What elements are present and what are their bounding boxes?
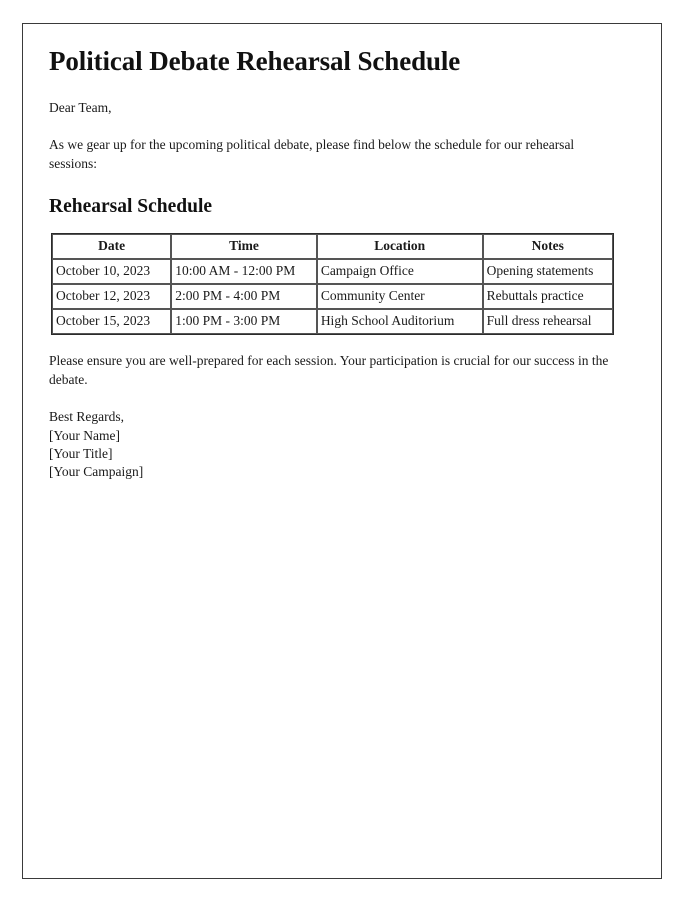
- cell-notes: Opening statements: [482, 259, 613, 285]
- cell-time: 1:00 PM - 3:00 PM: [171, 309, 317, 335]
- signature-block: Best Regards, [Your Name] [Your Title] […: [49, 408, 639, 481]
- cell-location: Community Center: [316, 284, 483, 310]
- table-row: October 12, 2023 2:00 PM - 4:00 PM Commu…: [52, 284, 613, 310]
- document-body: Political Debate Rehearsal Schedule Dear…: [49, 46, 639, 482]
- cell-time: 10:00 AM - 12:00 PM: [171, 259, 317, 285]
- table-header-row: Date Time Location Notes: [52, 234, 613, 260]
- page-title: Political Debate Rehearsal Schedule: [49, 46, 461, 76]
- signature-name: [Your Name]: [49, 427, 120, 443]
- table-body: October 10, 2023 10:00 AM - 12:00 PM Cam…: [52, 259, 613, 335]
- closing-paragraph: Please ensure you are well-prepared for …: [49, 353, 609, 387]
- signature-title: [Your Title]: [49, 446, 113, 462]
- cell-date: October 10, 2023: [52, 259, 172, 285]
- signature-closing: Best Regards,: [49, 409, 124, 425]
- table-row: October 15, 2023 1:00 PM - 3:00 PM High …: [52, 309, 613, 335]
- column-header-location: Location: [316, 234, 483, 260]
- column-header-date: Date: [52, 234, 172, 260]
- document-page-frame: Political Debate Rehearsal Schedule Dear…: [22, 23, 662, 879]
- cell-location: Campaign Office: [316, 259, 483, 285]
- cell-date: October 15, 2023: [52, 309, 172, 335]
- cell-time: 2:00 PM - 4:00 PM: [171, 284, 317, 310]
- table-header: Date Time Location Notes: [52, 234, 613, 260]
- column-header-notes: Notes: [482, 234, 613, 260]
- cell-notes: Rebuttals practice: [482, 284, 613, 310]
- section-heading-rehearsal-schedule: Rehearsal Schedule: [49, 195, 213, 217]
- schedule-table-container: Date Time Location Notes October 10, 202…: [51, 233, 639, 336]
- salutation-text: Dear Team,: [49, 100, 112, 116]
- cell-location: High School Auditorium: [316, 309, 483, 335]
- table-row: October 10, 2023 10:00 AM - 12:00 PM Cam…: [52, 259, 613, 285]
- signature-organization: [Your Campaign]: [49, 464, 144, 480]
- cell-notes: Full dress rehearsal: [482, 309, 613, 335]
- intro-paragraph: As we gear up for the upcoming political…: [49, 137, 575, 172]
- column-header-time: Time: [171, 234, 317, 260]
- rehearsal-schedule-table: Date Time Location Notes October 10, 202…: [51, 233, 614, 336]
- cell-date: October 12, 2023: [52, 284, 172, 310]
